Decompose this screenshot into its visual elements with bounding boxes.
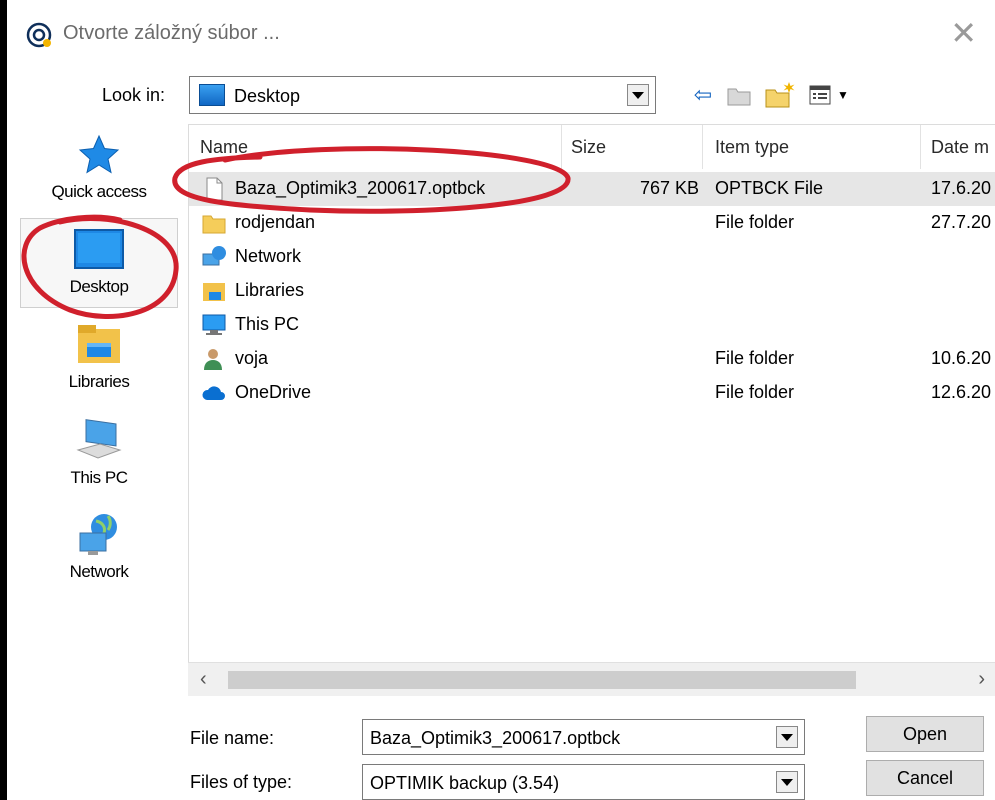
window-title: Otvorte záložný súbor ... — [63, 22, 280, 44]
file-row[interactable]: Libraries — [189, 274, 995, 308]
column-header-date[interactable]: Date m — [931, 137, 989, 158]
folder-icon — [202, 215, 226, 234]
chevron-down-icon — [781, 733, 793, 741]
file-row[interactable]: voja File folder 10.6.20 — [189, 342, 995, 376]
file-date: 27.7.20 — [931, 212, 992, 232]
network-icon — [79, 514, 117, 555]
place-desktop[interactable]: Desktop — [20, 218, 178, 308]
place-quick-access[interactable]: Quick access — [20, 124, 178, 214]
file-row[interactable]: OneDrive File folder 12.6.20 — [189, 376, 995, 410]
place-label: Desktop — [69, 277, 129, 296]
file-name: Libraries — [235, 280, 305, 300]
look-in-dropdown-button[interactable] — [627, 84, 649, 106]
cloud-icon — [202, 386, 225, 400]
place-network[interactable]: Network — [20, 504, 178, 594]
file-name-label: File name: — [190, 728, 275, 748]
file-name: Network — [235, 246, 302, 266]
place-label: Libraries — [68, 372, 130, 391]
column-header-size[interactable]: Size — [571, 137, 606, 158]
file-name: This PC — [235, 314, 300, 334]
file-row[interactable]: Network — [189, 240, 995, 274]
app-icon — [26, 22, 52, 48]
chevron-down-icon — [781, 778, 793, 786]
window-edge — [0, 0, 7, 800]
place-libraries[interactable]: Libraries — [20, 314, 178, 404]
file-name-dropdown-button[interactable] — [776, 726, 798, 748]
file-name-field[interactable]: Baza_Optimik3_200617.optbck — [362, 719, 805, 755]
column-header-name[interactable]: Name — [200, 137, 248, 158]
look-in-value: Desktop — [234, 86, 301, 106]
look-in-label: Look in: — [102, 85, 166, 105]
file-type: OPTBCK File — [715, 178, 824, 198]
computer-icon — [202, 314, 226, 335]
file-type-value: OPTIMIK backup (3.54) — [370, 773, 560, 793]
file-size: 767 KB — [639, 178, 699, 198]
column-divider[interactable] — [920, 125, 921, 169]
folder-up-icon — [727, 88, 751, 106]
view-menu-button[interactable]: ▼ — [806, 78, 852, 112]
place-label: Network — [69, 562, 129, 581]
file-type: File folder — [715, 348, 795, 368]
file-name: Baza_Optimik3_200617.optbck — [235, 178, 486, 198]
file-type: File folder — [715, 212, 795, 232]
back-button[interactable]: ⇦ — [686, 78, 720, 112]
new-folder-icon — [765, 82, 795, 108]
horizontal-scrollbar[interactable]: ‹ › — [188, 662, 995, 696]
computer-icon — [76, 419, 122, 459]
cancel-button[interactable]: Cancel — [866, 760, 984, 796]
file-type: File folder — [715, 382, 795, 402]
file-row[interactable]: rodjendan File folder 27.7.20 — [189, 206, 995, 240]
file-type-label: Files of type: — [190, 772, 293, 792]
file-date: 17.6.20 — [931, 178, 992, 198]
file-date: 12.6.20 — [931, 382, 992, 402]
network-icon — [202, 246, 226, 266]
places-bar: Quick access Desktop Libraries This PC N… — [20, 124, 178, 594]
up-one-level-button[interactable] — [722, 78, 756, 112]
file-type-dropdown-button[interactable] — [776, 771, 798, 793]
file-name: voja — [235, 348, 269, 368]
file-name: rodjendan — [235, 212, 316, 232]
file-type-select[interactable]: OPTIMIK backup (3.54) — [362, 764, 805, 800]
new-folder-button[interactable] — [760, 78, 800, 112]
open-button[interactable]: Open — [866, 716, 984, 752]
file-list[interactable]: Name Size Item type Date m Baza_Optimik3… — [188, 124, 995, 696]
place-this-pc[interactable]: This PC — [20, 410, 178, 500]
chevron-down-icon — [632, 91, 644, 99]
libraries-icon — [203, 283, 225, 301]
scroll-left-icon[interactable]: ‹ — [200, 668, 207, 691]
look-in-select[interactable]: Desktop — [189, 76, 656, 114]
column-divider[interactable] — [702, 125, 703, 169]
view-grid-icon — [809, 85, 831, 105]
desktop-icon — [199, 84, 225, 106]
place-label: This PC — [70, 468, 128, 487]
back-arrow-icon: ⇦ — [693, 82, 713, 108]
close-icon[interactable]: ✕ — [950, 14, 977, 52]
column-header-type[interactable]: Item type — [715, 137, 789, 158]
title-bar: Otvorte záložný súbor ... ✕ — [7, 0, 995, 72]
file-date: 10.6.20 — [931, 348, 992, 368]
document-icon — [206, 177, 223, 201]
scrollbar-thumb[interactable] — [228, 671, 856, 689]
user-icon — [204, 349, 222, 370]
file-name-value[interactable]: Baza_Optimik3_200617.optbck — [370, 728, 620, 749]
file-name: OneDrive — [235, 382, 312, 402]
chevron-down-icon: ▼ — [837, 88, 849, 102]
scroll-right-icon[interactable]: › — [978, 668, 985, 691]
star-icon — [78, 134, 120, 174]
place-label: Quick access — [51, 182, 147, 201]
column-divider[interactable] — [561, 125, 562, 169]
file-row[interactable]: Baza_Optimik3_200617.optbck 767 KB OPTBC… — [189, 172, 995, 206]
libraries-icon — [78, 325, 120, 363]
file-row[interactable]: This PC — [189, 308, 995, 342]
desktop-icon — [74, 229, 124, 269]
